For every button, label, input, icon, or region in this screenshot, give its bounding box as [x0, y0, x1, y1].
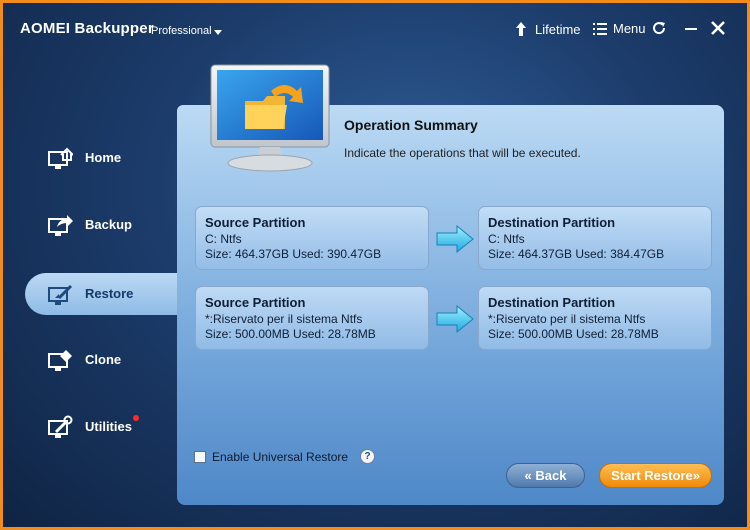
sidebar-item-label: Utilities	[85, 419, 132, 434]
home-icon	[47, 146, 74, 172]
partition-size: Size: 464.37GB Used: 384.47GB	[488, 247, 665, 261]
title-bar: AOMEI Backupper Professional Lifetime Me…	[3, 3, 747, 55]
sidebar-item-clone[interactable]: Clone	[25, 339, 178, 381]
partition-name: *:Riservato per il sistema Ntfs	[205, 312, 363, 326]
close-icon[interactable]	[710, 20, 726, 41]
upgrade-arrow-icon	[513, 21, 529, 37]
menu-label: Menu	[613, 21, 646, 36]
operation-summary-subtitle: Indicate the operations that will be exe…	[344, 146, 581, 160]
partition-name: C: Ntfs	[205, 232, 242, 246]
utilities-icon	[47, 415, 73, 441]
partition-name: *:Riservato per il sistema Ntfs	[488, 312, 646, 326]
sidebar-item-utilities[interactable]: Utilities	[25, 406, 178, 448]
destination-partition-card: Destination Partition *:Riservato per il…	[478, 286, 712, 350]
clone-icon	[47, 348, 73, 374]
restore-monitor-icon	[205, 61, 335, 176]
sidebar-item-label: Home	[85, 150, 122, 165]
universal-restore-option: Enable Universal Restore ?	[194, 449, 376, 464]
source-partition-card: Source Partition *:Riservato per il sist…	[195, 286, 429, 350]
card-title: Destination Partition	[488, 215, 616, 230]
partition-size: Size: 500.00MB Used: 28.78MB	[488, 327, 659, 341]
card-title: Source Partition	[205, 295, 306, 310]
lifetime-label: Lifetime	[535, 21, 581, 37]
sidebar-item-restore[interactable]: Restore	[25, 273, 178, 315]
app-window: AOMEI Backupper Professional Lifetime Me…	[3, 3, 747, 527]
minimize-icon[interactable]	[684, 20, 698, 41]
partition-size: Size: 500.00MB Used: 28.78MB	[205, 327, 376, 341]
start-restore-button[interactable]: Start Restore»	[599, 463, 712, 488]
lifetime-button[interactable]: Lifetime	[513, 21, 581, 37]
destination-partition-card: Destination Partition C: Ntfs Size: 464.…	[478, 206, 712, 270]
operation-summary-title: Operation Summary	[344, 117, 478, 133]
sidebar-item-label: Restore	[85, 286, 134, 301]
sidebar-item-home[interactable]: Home	[25, 137, 178, 179]
notification-badge	[133, 415, 139, 421]
menu-icon	[593, 22, 607, 35]
backup-icon	[47, 213, 73, 239]
edition-dropdown[interactable]: Professional	[151, 25, 212, 37]
card-title: Destination Partition	[488, 295, 616, 310]
card-title: Source Partition	[205, 215, 306, 230]
refresh-icon[interactable]	[651, 20, 667, 41]
universal-restore-label[interactable]: Enable Universal Restore	[212, 450, 348, 464]
sidebar-item-label: Backup	[85, 217, 132, 232]
partition-name: C: Ntfs	[488, 232, 525, 246]
back-button[interactable]: « Back	[506, 463, 585, 488]
help-icon[interactable]: ?	[360, 449, 376, 464]
arrow-right-icon	[435, 224, 475, 254]
partition-size: Size: 464.37GB Used: 390.47GB	[205, 247, 382, 261]
sidebar-item-label: Clone	[85, 352, 122, 367]
restore-icon	[47, 282, 73, 308]
source-partition-card: Source Partition C: Ntfs Size: 464.37GB …	[195, 206, 429, 270]
app-title: AOMEI Backupper	[20, 20, 154, 37]
menu-button[interactable]: Menu	[593, 21, 646, 36]
arrow-right-icon	[435, 304, 475, 334]
universal-restore-checkbox[interactable]	[194, 450, 206, 463]
chevron-down-icon[interactable]	[214, 30, 222, 35]
sidebar-item-backup[interactable]: Backup	[25, 204, 178, 246]
